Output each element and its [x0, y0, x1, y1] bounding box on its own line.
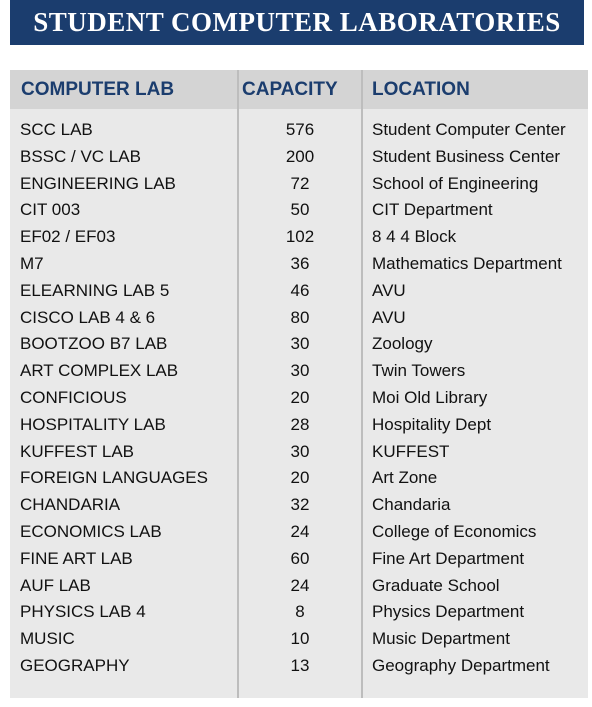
table-row: ART COMPLEX LAB 30 Twin Towers [10, 358, 588, 385]
capacity-cell: 60 [290, 548, 310, 568]
table-row: GEOGRAPHY 13 Geography Department [10, 653, 588, 680]
capacity-cell: 30 [290, 334, 310, 354]
location-cell: 8 4 4 Block [372, 227, 457, 247]
lab-name-cell: BOOTZOO B7 LAB [20, 334, 168, 354]
capacity-cell: 46 [290, 280, 310, 300]
lab-name-cell: KUFFEST LAB [20, 441, 134, 461]
table-row: CONFICIOUS 20 Moi Old Library [10, 385, 588, 412]
table-row: SCC LAB 576 Student Computer Center [10, 117, 588, 144]
capacity-cell: 80 [290, 307, 310, 327]
location-cell: Fine Art Department [372, 548, 525, 568]
capacity-cell: 32 [290, 495, 310, 515]
lab-name-cell: CHANDARIA [20, 495, 121, 515]
lab-name-cell: BSSC / VC LAB [20, 146, 141, 166]
location-cell: Student Computer Center [372, 120, 566, 139]
lab-name-cell: CISCO LAB 4 & 6 [20, 307, 156, 327]
location-cell: Graduate School [372, 575, 500, 595]
table-header-row: COMPUTER LAB CAPACITY LOCATION [10, 70, 588, 109]
capacity-cell: 10 [290, 629, 310, 649]
table-row: AUF LAB 24 Graduate School [10, 573, 588, 600]
table-row: ENGINEERING LAB 72 School of Engineering [10, 171, 588, 198]
lab-name-cell: M7 [20, 253, 44, 273]
location-cell: Moi Old Library [372, 387, 488, 407]
page-title: STUDENT COMPUTER LABORATORIES [33, 7, 561, 37]
capacity-cell: 72 [290, 173, 310, 193]
table-row: MUSIC 10 Music Department [10, 626, 588, 653]
capacity-cell: 576 [285, 120, 315, 139]
capacity-cell: 13 [290, 655, 310, 675]
capacity-cell: 30 [290, 361, 310, 381]
location-cell: Chandaria [372, 495, 451, 515]
location-cell: Zoology [372, 334, 433, 354]
location-cell: Physics Department [372, 602, 525, 622]
lab-name-cell: FINE ART LAB [20, 548, 133, 568]
location-cell: KUFFEST [372, 441, 450, 461]
location-cell: Geography Department [372, 655, 550, 675]
table-row: HOSPITALITY LAB 28 Hospitality Dept [10, 412, 588, 439]
table-row: BSSC / VC LAB 200 Student Business Center [10, 144, 588, 171]
capacity-cell: 8 [295, 602, 305, 622]
table-row: BOOTZOO B7 LAB 30 Zoology [10, 331, 588, 358]
table-row: ECONOMICS LAB 24 College of Economics [10, 519, 588, 546]
column-header-location: LOCATION [372, 79, 470, 100]
capacity-cell: 20 [290, 387, 310, 407]
location-cell: Hospitality Dept [372, 414, 492, 434]
capacity-cell: 30 [290, 441, 310, 461]
table-body: SCC LAB 576 Student Computer Center BSSC / … [10, 117, 588, 680]
table-row: CHANDARIA 32 Chandaria [10, 492, 588, 519]
location-cell: School of Engineering [372, 173, 539, 193]
capacity-cell: 50 [290, 200, 310, 220]
location-cell: Student Business Center [372, 146, 561, 166]
lab-name-cell: CONFICIOUS [20, 387, 127, 407]
capacity-cell: 200 [285, 146, 315, 166]
lab-name-cell: GEOGRAPHY [20, 655, 130, 675]
table-row: CISCO LAB 4 & 6 80 AVU [10, 305, 588, 332]
lab-name-cell: FOREIGN LANGUAGES [20, 468, 208, 488]
lab-name-cell: EF02 / EF03 [20, 227, 116, 247]
lab-name-cell: SCC LAB [20, 120, 93, 139]
lab-name-cell: ELEARNING LAB 5 [20, 280, 170, 300]
capacity-cell: 36 [290, 253, 310, 273]
table-row: FINE ART LAB 60 Fine Art Department [10, 546, 588, 573]
location-cell: College of Economics [372, 521, 537, 541]
lab-name-cell: ECONOMICS LAB [20, 521, 162, 541]
table-row: M7 36 Mathematics Department [10, 251, 588, 278]
capacity-cell: 20 [290, 468, 310, 488]
capacity-cell: 102 [285, 227, 315, 247]
location-cell: AVU [372, 280, 406, 300]
location-cell: Mathematics Department [372, 253, 562, 273]
capacity-cell: 28 [290, 414, 310, 434]
capacity-cell: 24 [290, 575, 310, 595]
table-row: ELEARNING LAB 5 46 AVU [10, 278, 588, 305]
column-header-capacity: CAPACITY [242, 79, 338, 100]
column-header-computer-lab: COMPUTER LAB [21, 79, 175, 100]
capacity-cell: 24 [290, 521, 310, 541]
location-cell: CIT Department [372, 200, 493, 220]
location-cell: Twin Towers [372, 361, 466, 381]
labs-table: COMPUTER LAB CAPACITY LOCATION SCC LAB 57… [10, 70, 588, 698]
table-row: FOREIGN LANGUAGES 20 Art Zone [10, 465, 588, 492]
table-row: KUFFEST LAB 30 KUFFEST [10, 439, 588, 466]
location-cell: Music Department [372, 629, 510, 649]
location-cell: AVU [372, 307, 406, 327]
location-cell: Art Zone [372, 468, 438, 488]
table-row: EF02 / EF03 102 8 4 4 Block [10, 224, 588, 251]
lab-name-cell: HOSPITALITY LAB [20, 414, 166, 434]
table-row: CIT 003 50 CIT Department [10, 197, 588, 224]
lab-name-cell: MUSIC [20, 629, 75, 649]
title-banner: STUDENT COMPUTER LABORATORIES [10, 0, 584, 45]
table-row: PHYSICS LAB 4 8 Physics Department [10, 599, 588, 626]
lab-name-cell: CIT 003 [20, 200, 81, 220]
lab-name-cell: ENGINEERING LAB [20, 173, 176, 193]
lab-name-cell: ART COMPLEX LAB [20, 361, 179, 381]
lab-name-cell: PHYSICS LAB 4 [20, 602, 146, 622]
lab-name-cell: AUF LAB [20, 575, 91, 595]
